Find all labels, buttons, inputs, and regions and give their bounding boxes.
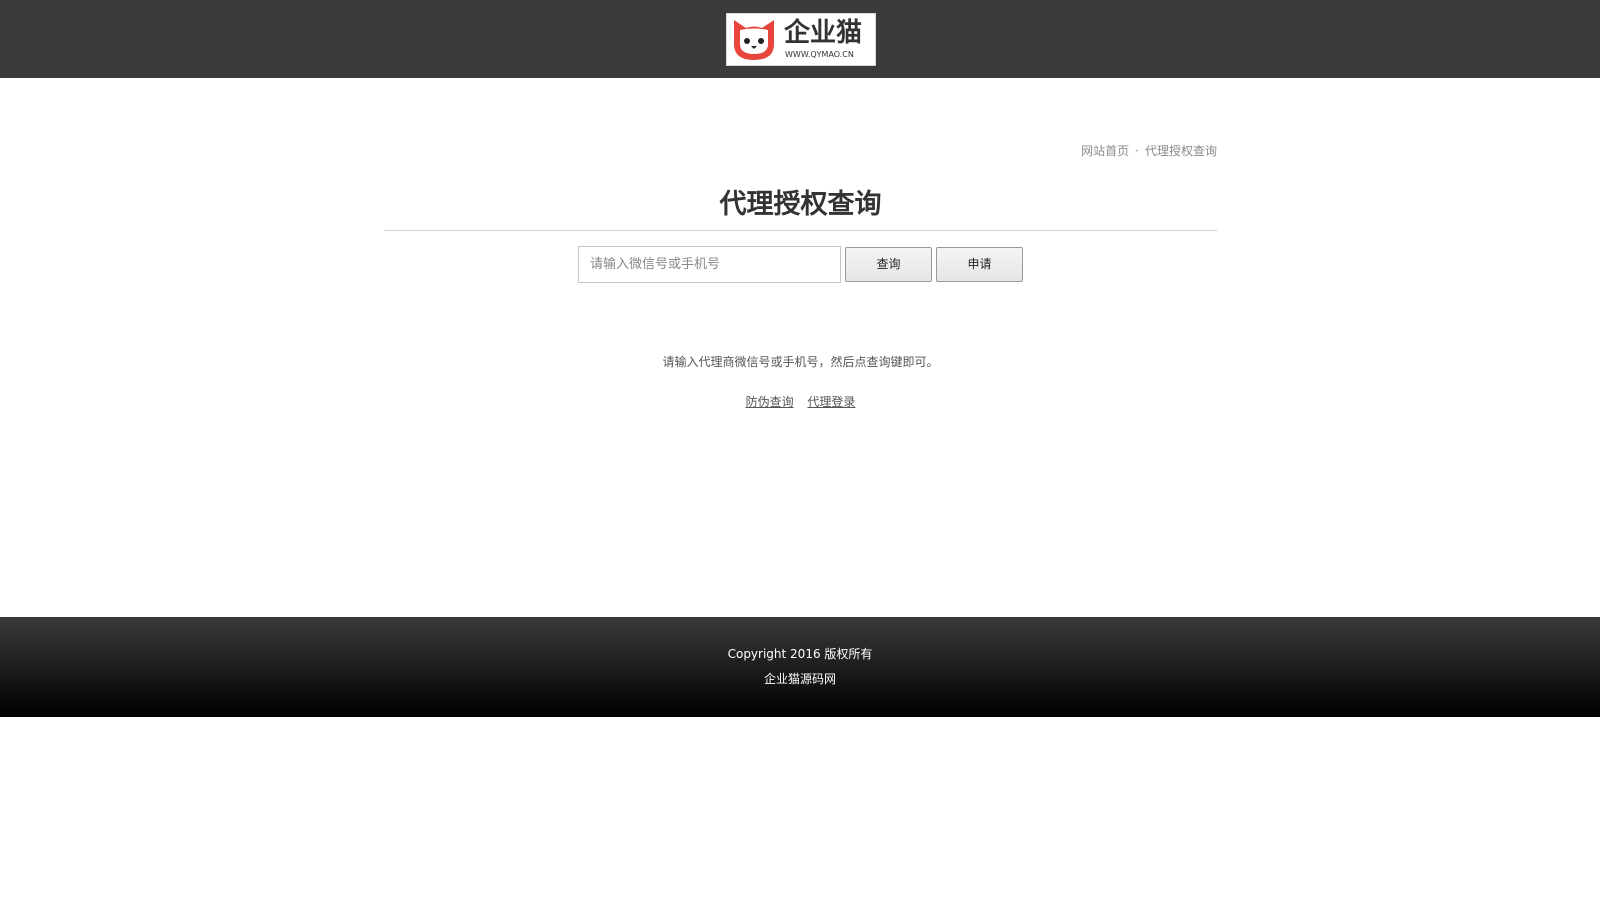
search-input[interactable] [578, 246, 841, 283]
cat-logo-icon [734, 20, 774, 60]
breadcrumb-current-link[interactable]: 代理授权查询 [1145, 144, 1217, 158]
site-header: 企业猫 WWW.QYMAO.CN [0, 0, 1600, 78]
breadcrumb: 网站首页 · 代理授权查询 [1081, 143, 1217, 159]
title-divider [384, 230, 1217, 231]
page-title: 代理授权查询 [719, 189, 882, 220]
breadcrumb-home-link[interactable]: 网站首页 [1081, 144, 1129, 158]
copyright-text: Copyright 2016 版权所有 [727, 647, 873, 661]
footer-site-link[interactable]: 企业猫源码网 [764, 672, 836, 686]
anti-fake-query-link[interactable]: 防伪查询 [746, 395, 794, 409]
site-logo[interactable]: 企业猫 WWW.QYMAO.CN [726, 13, 876, 66]
search-hint: 请输入代理商微信号或手机号，然后点查询键即可。 [662, 355, 939, 369]
agent-login-link[interactable]: 代理登录 [807, 395, 855, 409]
logo-name: 企业猫 [784, 18, 863, 48]
breadcrumb-separator: · [1135, 144, 1139, 158]
site-footer: Copyright 2016 版权所有 企业猫源码网 [0, 617, 1600, 717]
apply-button[interactable]: 申请 [936, 247, 1023, 282]
secondary-links: 防伪查询 代理登录 [384, 393, 1217, 411]
logo-url: WWW.QYMAO.CN [785, 50, 854, 59]
query-button[interactable]: 查询 [845, 247, 932, 282]
